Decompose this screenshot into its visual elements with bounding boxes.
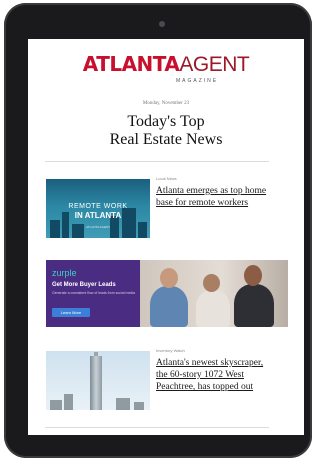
logo-magazine: MAGAZINE xyxy=(176,78,219,84)
article-title-link[interactable]: Atlanta emerges as top home base for rem… xyxy=(156,185,272,209)
ad-banner-zurple[interactable]: zurple Get More Buyer Leads Generate a c… xyxy=(46,260,288,327)
ad-brand-logo: zurple xyxy=(52,268,77,278)
ad-headline: Get More Buyer Leads xyxy=(52,282,116,288)
skyline-building xyxy=(116,398,130,410)
masthead-logo[interactable]: ATLANTAAGENT xyxy=(28,54,304,75)
skyline-building xyxy=(134,402,144,410)
thumbnail-caption-line2: IN ATLANTA xyxy=(74,211,122,220)
article-thumbnail-remote-work[interactable]: REMOTE WORK IN ATLANTA ATLANTA AGENT xyxy=(46,179,150,238)
ad-text-panel: zurple Get More Buyer Leads Generate a c… xyxy=(46,260,140,327)
divider xyxy=(45,427,269,428)
ad-subtext: Generate a consistent flow of leads from… xyxy=(52,291,136,295)
tablet-frame: ATLANTAAGENT MAGAZINE Monday, November 2… xyxy=(4,3,312,458)
person-figure xyxy=(234,284,274,327)
email-screen[interactable]: ATLANTAAGENT MAGAZINE Monday, November 2… xyxy=(28,39,304,435)
newsletter-headline: Today's Top Real Estate News xyxy=(28,113,304,149)
article-category: Inventory Watch xyxy=(156,348,185,353)
ad-learn-more-button[interactable]: Learn More xyxy=(52,308,90,317)
divider xyxy=(45,161,269,162)
ad-photo-people xyxy=(140,260,288,327)
thumbnail-caption: REMOTE WORK IN ATLANTA xyxy=(46,202,150,220)
skyline-building xyxy=(50,220,60,238)
person-figure xyxy=(150,286,188,327)
thumbnail-caption-line1: REMOTE WORK xyxy=(68,203,128,210)
headline-line2: Real Estate News xyxy=(109,131,223,148)
logo-agent: AGENT xyxy=(179,53,250,76)
skyscraper-tower xyxy=(90,356,102,410)
skyline-building xyxy=(64,394,73,410)
thumbnail-brand: ATLANTA AGENT xyxy=(86,225,110,229)
camera-dot xyxy=(159,21,165,27)
article-thumbnail-skyscraper[interactable] xyxy=(46,351,150,410)
article-title-link[interactable]: Atlanta's newest skyscraper, the 60-stor… xyxy=(156,357,272,393)
person-head xyxy=(160,268,178,288)
logo-atlanta: ATLANTA xyxy=(82,52,180,76)
person-head xyxy=(203,274,220,292)
skyline-building xyxy=(50,400,62,410)
person-figure xyxy=(196,290,230,327)
person-head xyxy=(244,265,262,286)
article-skyscraper: Inventory Watch Atlanta's newest skyscra… xyxy=(156,348,272,393)
newsletter-date: Monday, November 23 xyxy=(142,101,190,106)
article-category: Local News xyxy=(156,176,177,181)
article-remote-work: Local News Atlanta emerges as top home b… xyxy=(156,176,272,209)
headline-line1: Today's Top xyxy=(127,113,205,130)
